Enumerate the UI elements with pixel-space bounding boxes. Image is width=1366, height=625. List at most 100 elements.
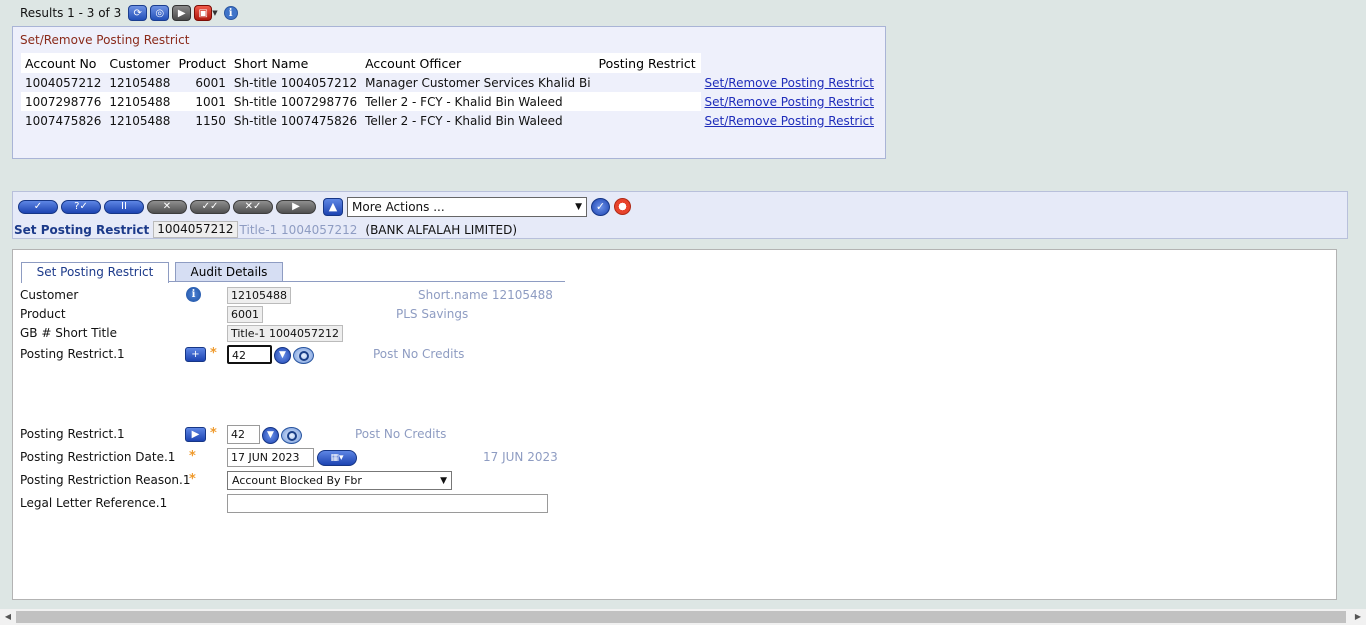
restriction-date-display: 17 JUN 2023 [483,450,558,464]
search-icon[interactable] [281,427,302,444]
tools-icon[interactable]: ▣ [194,5,213,21]
short-title-value: Title-1 1004057212 [227,325,344,342]
info-icon[interactable]: i [223,6,238,20]
validate-button[interactable]: ?✓ [61,200,101,214]
next-icon[interactable]: ▶ [172,5,192,21]
results-bar: Results 1 - 3 of 3 ⟳ ◎ ▶ ▣ ▼ i [20,4,238,22]
more-actions-select[interactable]: More Actions ... ▼ [347,197,587,217]
reverse-button[interactable]: ✕✓ [233,200,273,214]
tab-set-posting-restrict[interactable]: Set Posting Restrict [21,262,169,283]
posting-restrict-input[interactable]: 42 [227,345,272,364]
table-row: 1007475826 12105488 1150 Sh-title 100747… [21,111,878,130]
chevron-down-icon: ▼ [575,202,582,212]
cell-posting-restrict [594,111,701,130]
hold-button[interactable]: II [104,200,144,214]
column-header: Customer [105,53,175,73]
results-count: Results 1 - 3 of 3 [20,6,122,20]
restriction-date-input[interactable]: 17 JUN 2023 [227,448,314,467]
short-title-label: GB # Short Title [20,326,117,340]
required-marker: * [210,426,217,441]
column-header: Posting Restrict [594,53,701,73]
cell-product: 6001 [174,73,230,92]
scroll-right-icon[interactable]: ▶ [1351,611,1365,623]
search-icon[interactable]: ◎ [150,5,170,21]
company-name: (BANK ALFALAH LIMITED) [365,222,518,237]
record-id: 1004057212 [153,221,238,238]
column-header: Short Name [229,53,362,73]
enquiry-title: Set/Remove Posting Restrict [20,33,190,47]
horizontal-scrollbar[interactable]: ◀ ▶ [0,609,1366,625]
cell-customer: 12105488 [105,92,175,111]
expand-multivalue-icon[interactable]: + [185,347,206,362]
cell-product: 1150 [174,111,230,130]
required-marker: * [210,346,217,361]
scrollbar-thumb[interactable] [16,611,1346,623]
application-name: Set Posting Restrict [14,222,150,237]
expand-arrow-icon[interactable]: ▶ [185,427,206,442]
column-header: Account Officer [361,53,595,73]
authorise-button[interactable]: ✓✓ [190,200,230,214]
cell-short-name: Sh-title 1004057212 [229,73,362,92]
more-actions-label: More Actions ... [352,200,445,214]
customer-short-name: Short.name 12105488 [418,288,553,302]
commit-button[interactable]: ✓ [18,200,58,214]
restriction-reason-value: Account Blocked By Fbr [232,474,362,487]
tab-audit-details[interactable]: Audit Details [175,262,283,282]
record-header: Set Posting Restrict 1004057212 Title-1 … [14,221,517,238]
search-icon[interactable] [293,347,314,364]
chevron-down-icon: ▼ [440,475,447,486]
table-row: 1004057212 12105488 6001 Sh-title 100405… [21,73,878,92]
cell-product: 1001 [174,92,230,111]
cell-account-officer: Teller 2 - FCY - Khalid Bin Waleed [361,92,595,111]
posting-restrict-label: Posting Restrict.1 [20,427,125,441]
calendar-icon[interactable]: ▦▾ [317,450,357,466]
form-panel: Set Posting Restrict Audit Details Custo… [12,249,1337,600]
cell-posting-restrict [594,73,701,92]
posting-restrict-description: Post No Credits [355,427,447,441]
customer-value: 12105488 [227,287,291,304]
required-marker: * [189,449,196,464]
product-value: 6001 [227,306,263,323]
scroll-left-icon[interactable]: ◀ [1,611,15,623]
restriction-reason-select[interactable]: Account Blocked By Fbr ▼ [227,471,452,490]
posting-restrict-input[interactable]: 42 [227,425,260,444]
cell-account-officer: Manager Customer Services Khalid Bi [361,73,595,92]
info-icon[interactable]: i [186,287,201,302]
product-description: PLS Savings [396,307,469,321]
toolbar-panel: ✓ ?✓ II ✕ ✓✓ ✕✓ ▶ ▲ More Actions ... ▼ ✓… [12,191,1348,239]
copy-button[interactable]: ▶ [276,200,316,214]
delete-button[interactable]: ✕ [147,200,187,214]
enquiry-table: Account No Customer Product Short Name A… [21,53,878,130]
cell-account-no: 1007475826 [21,111,106,130]
enquiry-panel: Set/Remove Posting Restrict Account No C… [12,26,886,159]
go-check-icon[interactable]: ✓ [591,198,610,216]
required-marker: * [189,472,196,487]
dropdown-icon[interactable]: ▼ [274,347,291,364]
table-row: 1007298776 12105488 1001 Sh-title 100729… [21,92,878,111]
table-header-row: Account No Customer Product Short Name A… [21,53,878,73]
cell-short-name: Sh-title 1007475826 [229,111,362,130]
posting-restrict-label: Posting Restrict.1 [20,347,125,361]
tools-dropdown-icon[interactable]: ▼ [212,9,217,17]
cell-short-name: Sh-title 1007298776 [229,92,362,111]
column-header: Product [174,53,230,73]
set-remove-posting-restrict-link[interactable]: Set/Remove Posting Restrict [705,114,874,128]
cell-customer: 12105488 [105,111,175,130]
refresh-icon[interactable]: ⟳ [128,5,148,21]
posting-restrict-description: Post No Credits [373,347,465,361]
legal-letter-label: Legal Letter Reference.1 [20,496,168,510]
restriction-date-label: Posting Restriction Date.1 [20,450,176,464]
up-arrow-icon[interactable]: ▲ [323,198,343,216]
legal-letter-input[interactable] [227,494,548,513]
cell-customer: 12105488 [105,73,175,92]
record-title: Title-1 1004057212 [239,222,358,237]
cell-account-no: 1007298776 [21,92,106,111]
cell-account-officer: Teller 2 - FCY - Khalid Bin Waleed [361,111,595,130]
dropdown-icon[interactable]: ▼ [262,427,279,444]
restriction-reason-label: Posting Restriction Reason.1 [20,473,191,487]
help-lifebuoy-icon[interactable] [614,198,631,215]
product-label: Product [20,307,66,321]
customer-label: Customer [20,288,79,302]
set-remove-posting-restrict-link[interactable]: Set/Remove Posting Restrict [705,76,874,90]
set-remove-posting-restrict-link[interactable]: Set/Remove Posting Restrict [705,95,874,109]
